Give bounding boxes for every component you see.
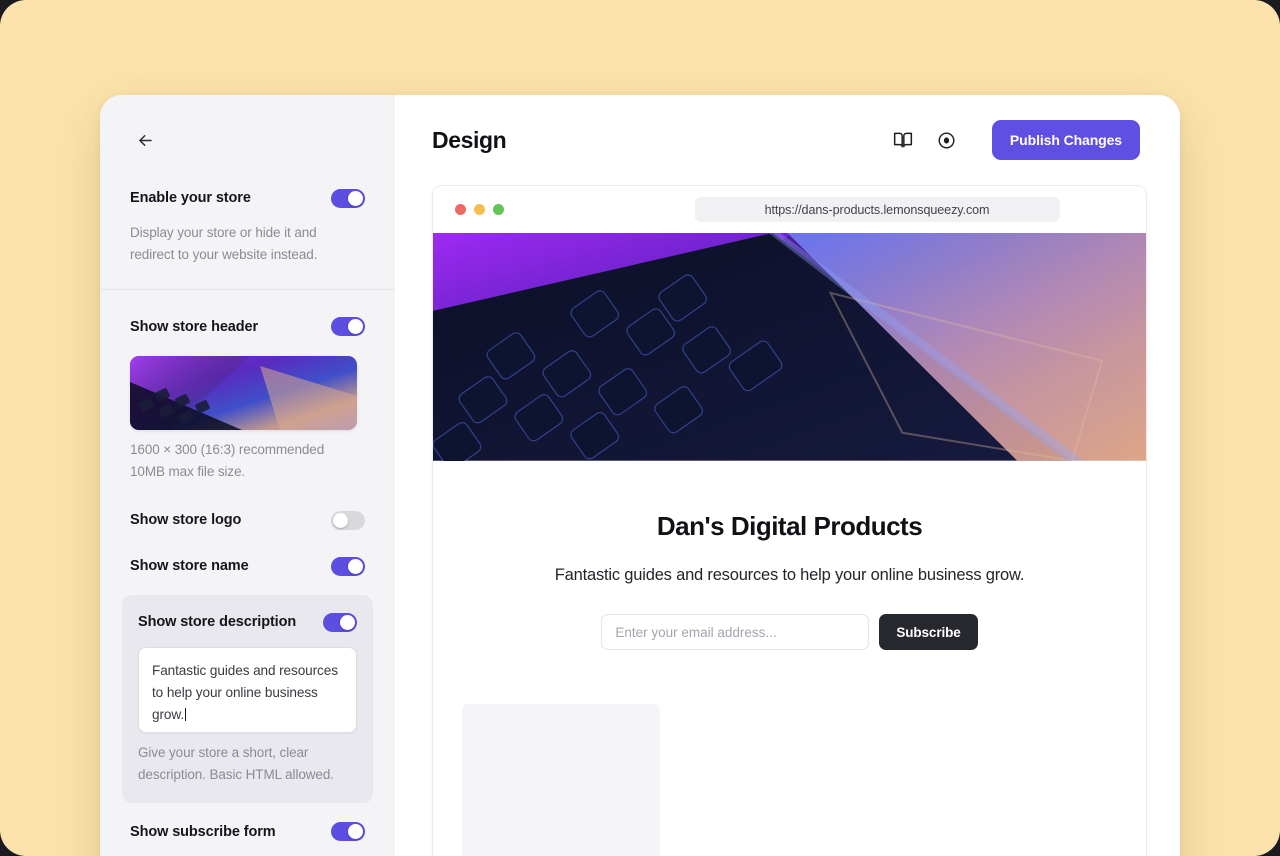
url-bar[interactable]: https://dans-products.lemonsqueezy.com	[694, 197, 1060, 222]
help-line-1: Give your store a short, clear	[138, 745, 309, 761]
setting-enable-store: Enable your store Display your store or …	[100, 183, 395, 267]
back-button[interactable]	[130, 125, 160, 155]
subscribe-button[interactable]: Subscribe	[879, 614, 978, 650]
subscribe-form: Subscribe	[433, 614, 1146, 650]
toggle-knob	[348, 190, 363, 206]
setting-row-wrap: Show store description Fantastic guides …	[130, 607, 365, 787]
setting-row: Show store header	[130, 312, 365, 342]
setting-label: Show subscribe form	[130, 823, 276, 840]
setting-row: Show store name	[130, 551, 365, 581]
store-description: Fantastic guides and resources to help y…	[554, 566, 1025, 584]
setting-label: Show store header	[130, 318, 259, 335]
setting-label: Show store logo	[130, 512, 242, 529]
toggle-knob	[348, 319, 363, 335]
publish-changes-button[interactable]: Publish Changes	[991, 120, 1140, 160]
store-preview: https://dans-products.lemonsqueezy.com D…	[432, 185, 1147, 856]
store-description-value: Fantastic guides and resources to help y…	[152, 663, 338, 723]
setting-show-store-name: Show store name	[100, 551, 395, 581]
product-card-placeholder[interactable]	[462, 704, 660, 856]
help-line-2: 10MB max file size.	[130, 463, 246, 479]
book-open-icon	[893, 132, 913, 148]
store-name: Dan's Digital Products	[656, 511, 923, 541]
setting-row: Show store description	[138, 607, 357, 637]
toggle-show-store-logo[interactable]	[331, 510, 365, 530]
book-open-button[interactable]	[888, 125, 918, 155]
store-content: Dan's Digital Products Fantastic guides …	[433, 461, 1146, 856]
store-hero-banner	[433, 233, 1146, 461]
toggle-knob	[340, 614, 355, 630]
laptop-keyboard-image	[130, 355, 357, 430]
setting-row: Show store logo	[130, 505, 365, 535]
store-header-thumbnail[interactable]	[130, 355, 357, 430]
toggle-show-store-name[interactable]	[331, 556, 365, 576]
setting-show-store-header: Show store header 1600 × 300 (16:3) reco…	[100, 312, 395, 484]
settings-sidebar: Enable your store Display your store or …	[100, 95, 395, 856]
setting-label: Show store name	[130, 558, 249, 575]
main-panel: Design Publish Changes https://dans-prod…	[395, 95, 1180, 856]
page-title: Design	[432, 126, 507, 153]
toggle-knob	[348, 558, 363, 574]
eye-icon	[938, 132, 955, 148]
help-line-1: 1600 × 300 (16:3) recommended	[130, 441, 325, 457]
setting-show-store-description: Show store description Fantastic guides …	[122, 595, 373, 803]
toggle-show-subscribe-form[interactable]	[331, 822, 365, 842]
sidebar-scroll-area[interactable]: Enable your store Display your store or …	[100, 183, 395, 856]
toggle-enable-store[interactable]	[331, 188, 365, 208]
toggle-show-store-description[interactable]	[323, 612, 357, 632]
setting-label: Enable your store	[130, 190, 251, 206]
text-caret	[185, 708, 186, 722]
toggle-knob	[333, 512, 348, 528]
setting-row: Show subscribe form	[130, 817, 365, 847]
browser-chrome: https://dans-products.lemonsqueezy.com	[433, 186, 1146, 233]
setting-show-store-logo: Show store logo	[100, 505, 395, 535]
app-window: Enable your store Display your store or …	[100, 95, 1180, 856]
arrow-left-icon	[138, 134, 152, 146]
setting-label: Show store description	[138, 614, 297, 631]
toggle-knob	[348, 824, 363, 840]
traffic-light-maximize[interactable]	[493, 204, 504, 215]
setting-help-text: 1600 × 300 (16:3) recommended 10MB max f…	[130, 439, 345, 484]
setting-help-text: Give your store a short, clear descripti…	[138, 742, 353, 787]
preview-eye-button[interactable]	[932, 125, 962, 155]
traffic-light-minimize[interactable]	[474, 204, 485, 215]
setting-help-text: Display your store or hide it and redire…	[130, 225, 318, 263]
laptop-keyboard-image	[433, 233, 1146, 461]
help-line-2: description. Basic HTML allowed.	[138, 767, 334, 783]
toggle-show-store-header[interactable]	[331, 317, 365, 337]
setting-show-subscribe-form: Show subscribe form	[100, 817, 395, 847]
sidebar-divider	[100, 288, 395, 290]
traffic-light-close[interactable]	[455, 204, 466, 215]
page-background: Enable your store Display your store or …	[0, 0, 1280, 856]
setting-row: Enable your store	[130, 183, 365, 213]
product-grid	[433, 704, 1146, 856]
top-bar: Design Publish Changes	[395, 95, 1180, 185]
store-description-textarea[interactable]: Fantastic guides and resources to help y…	[138, 647, 357, 734]
email-input[interactable]	[601, 614, 870, 650]
